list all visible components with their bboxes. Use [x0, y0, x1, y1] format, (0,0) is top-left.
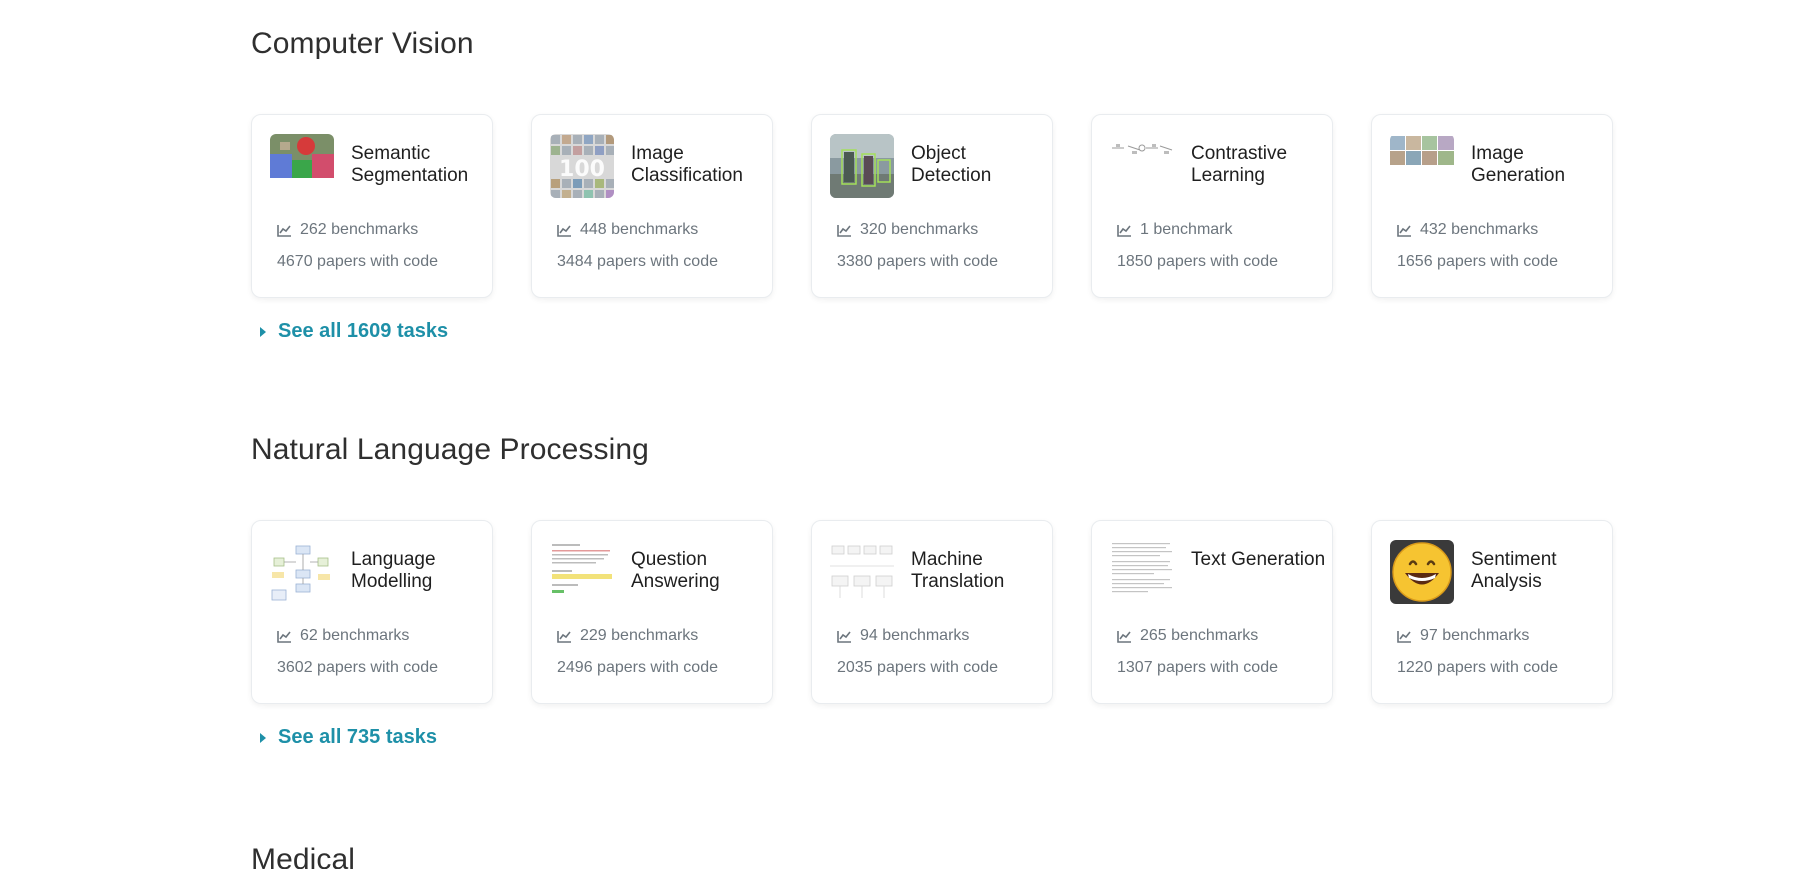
task-card-sentiment-analysis[interactable]: Sentiment Analysis 97 benchmarks 1220 pa…	[1371, 520, 1613, 704]
task-cards: Semantic Segmentation 262 benchmarks 467…	[251, 114, 1613, 300]
task-card-object-detection[interactable]: Object Detection 320 benchmarks 3380 pap…	[811, 114, 1053, 298]
tasks-page: Computer Vision Semantic Segmentation 26…	[0, 0, 1805, 869]
chart-line-icon	[1397, 630, 1411, 643]
task-card-image-classification[interactable]: 100 Image Classification 448 benchmarks …	[531, 114, 773, 298]
task-name: Semantic Segmentation	[351, 143, 469, 186]
text-document-icon	[1110, 540, 1174, 604]
papers-count: 1656 papers with code	[1397, 253, 1558, 270]
task-name: Object Detection	[911, 143, 992, 186]
benchmark-label: 448 benchmarks	[580, 221, 699, 238]
section-title: Medical	[251, 843, 356, 869]
chart-line-icon	[557, 630, 571, 643]
architecture-diagram-icon	[270, 540, 334, 604]
papers-count: 1220 papers with code	[1397, 659, 1558, 676]
benchmark-count: 262 benchmarks	[277, 221, 418, 239]
section-medical: Medical	[251, 842, 1611, 869]
task-name: Language Modelling	[351, 549, 436, 592]
benchmark-count: 1 benchmark	[1117, 221, 1233, 239]
qa-text-icon	[550, 540, 614, 604]
task-name: Image Classification	[631, 143, 743, 186]
task-name: Question Answering	[631, 549, 720, 592]
benchmark-label: 97 benchmarks	[1420, 627, 1530, 644]
section-title: Natural Language Processing	[251, 433, 649, 466]
benchmark-count: 265 benchmarks	[1117, 627, 1258, 645]
benchmark-label: 229 benchmarks	[580, 627, 699, 644]
task-cards: Language Modelling 62 benchmarks 3602 pa…	[251, 520, 1613, 706]
task-card-contrastive-learning[interactable]: Contrastive Learning 1 benchmark 1850 pa…	[1091, 114, 1333, 298]
task-card-question-answering[interactable]: Question Answering 229 benchmarks 2496 p…	[531, 520, 773, 704]
chart-line-icon	[837, 630, 851, 643]
benchmark-count: 94 benchmarks	[837, 627, 969, 645]
benchmark-label: 94 benchmarks	[860, 627, 970, 644]
chart-line-icon	[277, 224, 291, 237]
caret-right-icon	[260, 732, 266, 743]
chart-line-icon	[557, 224, 571, 237]
papers-count: 3484 papers with code	[557, 253, 718, 270]
benchmark-label: 432 benchmarks	[1420, 221, 1539, 238]
benchmark-count: 432 benchmarks	[1397, 221, 1538, 239]
papers-count: 2035 papers with code	[837, 659, 998, 676]
see-all-label: See all 1609 tasks	[278, 320, 449, 342]
task-name: Machine Translation	[911, 549, 1005, 592]
benchmark-label: 320 benchmarks	[860, 221, 979, 238]
papers-count: 2496 papers with code	[557, 659, 718, 676]
segmentation-image-icon	[270, 134, 334, 198]
task-card-machine-translation[interactable]: Machine Translation 94 benchmarks 2035 p…	[811, 520, 1053, 704]
benchmark-count: 320 benchmarks	[837, 221, 978, 239]
papers-count: 3380 papers with code	[837, 253, 998, 270]
generated-images-icon	[1390, 134, 1454, 198]
chart-line-icon	[277, 630, 291, 643]
seq2seq-diagram-icon	[830, 540, 894, 604]
see-all-tasks-link[interactable]: See all 1609 tasks	[260, 320, 448, 343]
task-card-image-generation[interactable]: Image Generation 432 benchmarks 1656 pap…	[1371, 114, 1613, 298]
benchmark-label: 62 benchmarks	[300, 627, 410, 644]
benchmark-label: 1 benchmark	[1140, 221, 1233, 238]
chart-line-icon	[1397, 224, 1411, 237]
task-card-semantic-segmentation[interactable]: Semantic Segmentation 262 benchmarks 467…	[251, 114, 493, 298]
chart-line-icon	[837, 224, 851, 237]
papers-count: 1850 papers with code	[1117, 253, 1278, 270]
caret-right-icon	[260, 326, 266, 337]
papers-count: 3602 papers with code	[277, 659, 438, 676]
smiley-face-icon	[1390, 540, 1454, 604]
benchmark-label: 262 benchmarks	[300, 221, 419, 238]
task-card-text-generation[interactable]: Text Generation 265 benchmarks 1307 pape…	[1091, 520, 1333, 704]
see-all-label: See all 735 tasks	[278, 726, 438, 748]
street-scene-icon	[830, 134, 894, 198]
task-card-language-modelling[interactable]: Language Modelling 62 benchmarks 3602 pa…	[251, 520, 493, 704]
benchmark-count: 62 benchmarks	[277, 627, 409, 645]
benchmark-count: 229 benchmarks	[557, 627, 698, 645]
section-natural-language-processing: Natural Language Processing Language Mod…	[251, 432, 1613, 748]
diagram-icon	[1110, 134, 1174, 198]
task-name: Image Generation	[1471, 143, 1566, 186]
section-title: Computer Vision	[251, 27, 474, 60]
chart-line-icon	[1117, 224, 1131, 237]
task-name: Text Generation	[1191, 549, 1326, 570]
papers-count: 1307 papers with code	[1117, 659, 1278, 676]
benchmark-count: 97 benchmarks	[1397, 627, 1529, 645]
svg-text:100: 100	[559, 157, 605, 182]
task-name: Contrastive Learning	[1191, 143, 1288, 186]
task-name: Sentiment Analysis	[1471, 549, 1557, 592]
section-computer-vision: Computer Vision Semantic Segmentation 26…	[251, 26, 1613, 342]
image-grid-icon: 100	[550, 134, 614, 198]
see-all-tasks-link[interactable]: See all 735 tasks	[260, 726, 437, 749]
papers-count: 4670 papers with code	[277, 253, 438, 270]
benchmark-label: 265 benchmarks	[1140, 627, 1259, 644]
benchmark-count: 448 benchmarks	[557, 221, 698, 239]
chart-line-icon	[1117, 630, 1131, 643]
